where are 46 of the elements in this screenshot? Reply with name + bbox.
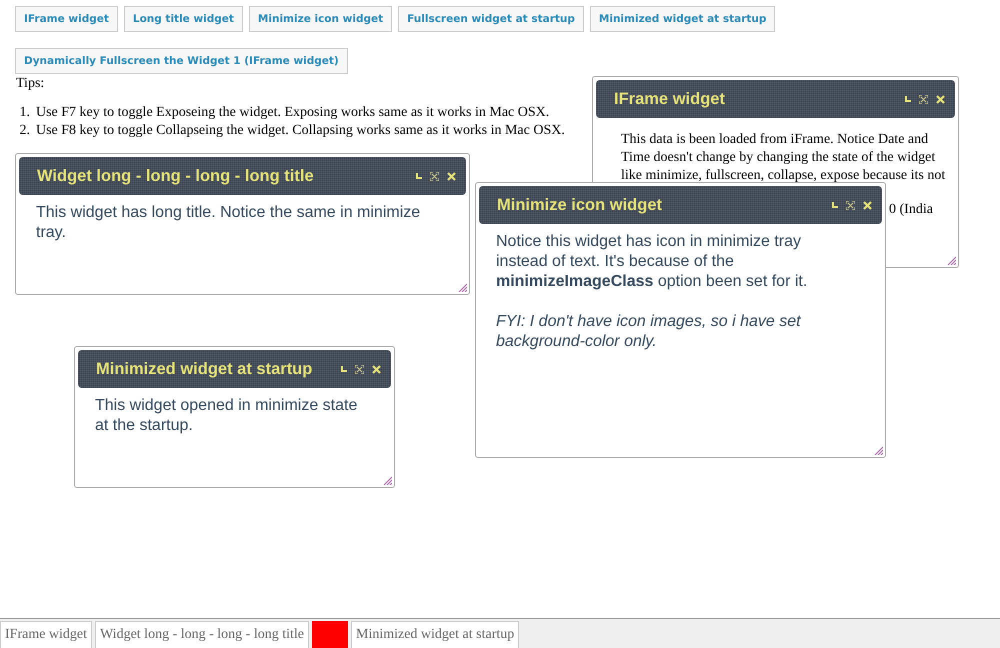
- resize-handle-icon[interactable]: [457, 282, 467, 292]
- close-icon[interactable]: [447, 172, 456, 180]
- resize-handle-icon[interactable]: [873, 445, 883, 455]
- iframe-text-line: Time doesn't change by changing the state of the widget: [621, 149, 936, 167]
- widget-button[interactable]: Minimized widget at startup: [590, 6, 776, 32]
- tip-text: Use F8 key to toggle Collapseing the widget. Collapsing works same as it works in Mac OSX.: [36, 122, 565, 140]
- widget-header[interactable]: IFrame widget: [596, 80, 955, 118]
- tips-heading: Tips:: [16, 76, 46, 92]
- close-icon[interactable]: [372, 364, 381, 374]
- widget-text: This widget has long title. Notice the same in minimize tray.: [36, 203, 422, 243]
- widget-title: Widget long - long - long - long title: [37, 166, 315, 186]
- minimize-icon[interactable]: [832, 202, 838, 208]
- iframe-text-line: This data is been loaded from iFrame. Notice Date and: [621, 131, 928, 149]
- tip-number: 1.: [18, 104, 30, 122]
- tray-item[interactable]: Widget long - long - long - long title: [95, 621, 309, 648]
- fullscreen-button[interactable]: Dynamically Fullscreen the Widget 1 (IFrame widget): [15, 48, 348, 74]
- tip-text: Use F7 key to toggle Exposeing the widget. Exposing works same as it works in Mac OSX.: [36, 104, 550, 122]
- widget-button[interactable]: IFrame widget: [15, 6, 118, 32]
- widget-header[interactable]: Minimize icon widget: [479, 186, 882, 224]
- widget-button[interactable]: Minimize icon widget: [248, 6, 392, 32]
- widget-header[interactable]: Widget long - long - long - long title: [19, 157, 466, 195]
- tray-item[interactable]: Minimized widget at startup: [351, 621, 520, 648]
- widget-title: IFrame widget: [614, 90, 726, 108]
- minimize-icon[interactable]: [905, 96, 911, 102]
- widget-button[interactable]: Fullscreen widget at startup: [398, 6, 584, 32]
- tray-item[interactable]: IFrame widget: [0, 621, 92, 648]
- close-icon[interactable]: [936, 94, 945, 104]
- iframe-text-line: like minimize, fullscreen, collapse, expose because its not: [621, 167, 946, 185]
- widget-button[interactable]: Long title widget: [124, 6, 243, 32]
- widget-title: Minimize icon widget: [497, 196, 664, 214]
- fullscreen-icon[interactable]: [846, 200, 855, 210]
- fullscreen-icon[interactable]: [430, 172, 439, 180]
- widget-text: This widget opened in minimize state at the startup.: [95, 396, 358, 436]
- widget-header[interactable]: Minimized widget at startup: [78, 350, 391, 388]
- minimize-icon[interactable]: [416, 173, 422, 179]
- fullscreen-icon[interactable]: [355, 364, 364, 374]
- fullscreen-icon[interactable]: [919, 94, 928, 104]
- widget-text: Notice this widget has icon in minimize tray instead of text. It's because of the minimizeImageClass option been set for it.: [496, 232, 808, 292]
- resize-handle-icon[interactable]: [382, 475, 392, 485]
- minimize-icon[interactable]: [341, 366, 347, 372]
- close-icon[interactable]: [863, 200, 872, 210]
- iframe-text-line: 0 (India: [889, 201, 933, 219]
- tip-number: 2.: [18, 122, 30, 140]
- widget-text: FYI: I don't have icon images, so i have set background-color only.: [496, 312, 802, 352]
- resize-handle-icon[interactable]: [946, 255, 956, 265]
- widget-title: Minimized widget at startup: [96, 360, 314, 378]
